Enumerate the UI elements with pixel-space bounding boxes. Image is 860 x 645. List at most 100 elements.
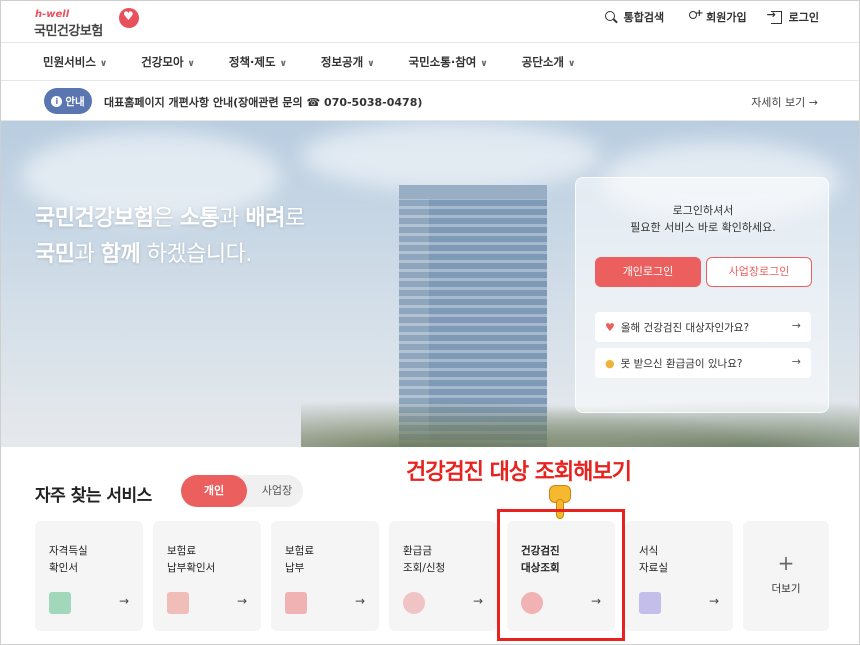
arrow-right-icon: →: [472, 594, 483, 608]
arrow-right-icon: →: [708, 594, 719, 608]
plus-icon: +: [777, 551, 795, 575]
login-label: 로그인: [788, 11, 819, 24]
more-label: 더보기: [771, 583, 801, 595]
logo-title: 국민건강보험: [34, 24, 103, 39]
login-message: 로그인하셔서필요한 서비스 바로 확인하세요.: [576, 202, 830, 236]
checkup-eligibility-link[interactable]: ♥ 올해 건강검진 대상자인가요? →: [595, 312, 811, 342]
coin-search-icon: [403, 592, 425, 614]
notice-more-link[interactable]: 자세히 보기 →: [751, 94, 818, 110]
notice-badge-label: 안내: [65, 95, 85, 108]
search-link[interactable]: 통합검색: [604, 9, 664, 25]
chevron-down-icon: ∨: [367, 59, 375, 69]
service-card-label: 보험료 납부: [285, 545, 314, 574]
personal-login-button[interactable]: 개인로그인: [595, 257, 701, 287]
hero-emph: 국민건강보험: [35, 206, 154, 231]
checkup-eligibility-label: 올해 건강검진 대상자인가요?: [620, 321, 750, 334]
tab-personal[interactable]: 개인: [181, 475, 247, 507]
login-link[interactable]: 로그인: [767, 8, 819, 25]
nav-item-health[interactable]: 건강모아 ∨: [141, 43, 195, 81]
hero-emph: 국민: [35, 242, 75, 267]
nav-label: 정보공개: [320, 55, 364, 69]
nav-item-about[interactable]: 공단소개 ∨: [522, 43, 576, 81]
nav-label: 국민소통·참여: [408, 55, 477, 69]
signup-link[interactable]: 회원가입: [686, 8, 747, 25]
chevron-down-icon: ∨: [279, 59, 287, 69]
hero-line-2: 국민과 함께 하겠습니다.: [35, 237, 305, 273]
business-login-button[interactable]: 사업장로그인: [706, 257, 812, 287]
login-message-line1: 로그인하셔서: [672, 204, 734, 217]
service-card-refund[interactable]: 환급금 조회/신청 →: [389, 521, 497, 631]
service-card-qualification[interactable]: 자격득실 확인서 →: [35, 521, 143, 631]
chevron-down-icon: ∨: [187, 59, 195, 69]
site-logo[interactable]: h-well 국민건강보험: [31, 6, 141, 39]
service-card-premium-payment[interactable]: 보험료 납부 →: [271, 521, 379, 631]
main-navigation: 민원서비스 ∨ 건강모아 ∨ 정책·제도 ∨ 정보공개 ∨ 국민소통·참여 ∨ 공단소개 ∨: [1, 43, 859, 81]
payment-icon: [285, 592, 307, 614]
arrow-right-icon: →: [236, 594, 247, 608]
service-card-forms[interactable]: 서식 자료실 →: [625, 521, 733, 631]
nav-item-policy[interactable]: 정책·제도 ∨: [229, 43, 287, 81]
service-card-premium-confirmation[interactable]: 보험료 납부확인서 →: [153, 521, 261, 631]
nav-label: 정책·제도: [228, 55, 276, 69]
document-icon: [49, 592, 71, 614]
heart-icon: ♥: [605, 320, 615, 334]
nav-item-disclosure[interactable]: 정보공개 ∨: [321, 43, 375, 81]
arrow-right-icon: →: [354, 594, 365, 608]
section-title: 자주 찾는 서비스: [35, 486, 152, 506]
hero-text: 과: [219, 206, 246, 231]
service-card-label: 보험료 납부확인서: [167, 545, 216, 574]
cloud-decoration: [301, 121, 601, 191]
service-card-label: 환급금 조회/신청: [403, 545, 446, 574]
nav-label: 건강모아: [141, 55, 184, 69]
hero-title: 국민건강보험은 소통과 배려로 국민과 함께 하겠습니다.: [35, 201, 305, 273]
refund-label: 못 받으신 환급금이 있나요?: [620, 357, 743, 370]
top-bar: h-well 국민건강보험 통합검색 회원가입 로그인: [1, 1, 859, 43]
folder-download-icon: [639, 592, 661, 614]
search-label: 통합검색: [623, 11, 665, 24]
login-icon: [767, 8, 783, 24]
building-crown: [399, 185, 547, 199]
service-type-toggle: 개인 사업장: [181, 475, 303, 507]
hero-text: 하겠습니다.: [140, 242, 253, 267]
hero-text: 은: [153, 206, 180, 231]
hero-emph: 소통: [179, 206, 220, 231]
arrow-right-icon: →: [791, 319, 801, 332]
arrow-right-icon: →: [791, 355, 801, 368]
bell-icon: ●: [605, 356, 615, 370]
chevron-down-icon: ∨: [568, 59, 576, 69]
notice-text[interactable]: 대표홈페이지 개편사항 안내(장애관련 문의 ☎ 070-5038-0478): [104, 94, 422, 110]
nav-item-participation[interactable]: 국민소통·참여 ∨: [409, 43, 488, 81]
notice-bar: i 안내 대표홈페이지 개편사항 안내(장애관련 문의 ☎ 070-5038-04…: [1, 81, 859, 121]
hero-text: 과: [74, 242, 101, 267]
hero-line-1: 국민건강보험은 소통과 배려로: [35, 201, 305, 237]
service-card-label: 자격득실 확인서: [49, 545, 88, 574]
logo-tagline: h-well: [35, 9, 70, 20]
utility-menu: 통합검색 회원가입 로그인: [604, 8, 819, 25]
heart-logo-icon: [119, 8, 139, 28]
hero-emph: 함께: [100, 242, 141, 267]
annotation-callout: 건강검진 대상 조회해보기: [406, 460, 632, 485]
nav-label: 민원서비스: [43, 55, 96, 69]
info-icon: i: [51, 95, 63, 107]
service-card-label: 서식 자료실: [639, 545, 668, 574]
chevron-down-icon: ∨: [99, 59, 108, 69]
signup-label: 회원가입: [706, 11, 747, 24]
service-card-more[interactable]: + 더보기: [743, 521, 829, 631]
nav-item-civil-service[interactable]: 민원서비스 ∨: [43, 43, 107, 81]
login-message-line2: 필요한 서비스 바로 확인하세요.: [630, 221, 776, 234]
hero-banner: 국민건강보험은 소통과 배려로 국민과 함께 하겠습니다. 로그인하셔서 필요한 …: [1, 121, 859, 447]
refund-link[interactable]: ● 못 받으신 환급금이 있나요? →: [595, 348, 811, 378]
page-frame: h-well 국민건강보험 통합검색 회원가입 로그인 민원서비스∨ 건강모아∨…: [0, 0, 860, 645]
arrow-right-icon: →: [118, 594, 129, 608]
nav-label: 공단소개: [521, 55, 565, 69]
receipt-icon: [167, 592, 189, 614]
login-card: 로그인하셔서필요한 서비스 바로 확인하세요. 개인로그인 사업장로그인 ♥ 올해…: [575, 177, 829, 413]
annotation-highlight-box: [497, 509, 625, 641]
hero-text: 로: [284, 206, 305, 231]
search-icon: [604, 10, 618, 24]
chevron-down-icon: ∨: [480, 59, 488, 69]
notice-badge: i 안내: [44, 88, 92, 114]
tab-business[interactable]: 사업장: [251, 475, 303, 507]
hero-emph: 배려: [245, 206, 285, 231]
user-plus-icon: [686, 8, 704, 24]
